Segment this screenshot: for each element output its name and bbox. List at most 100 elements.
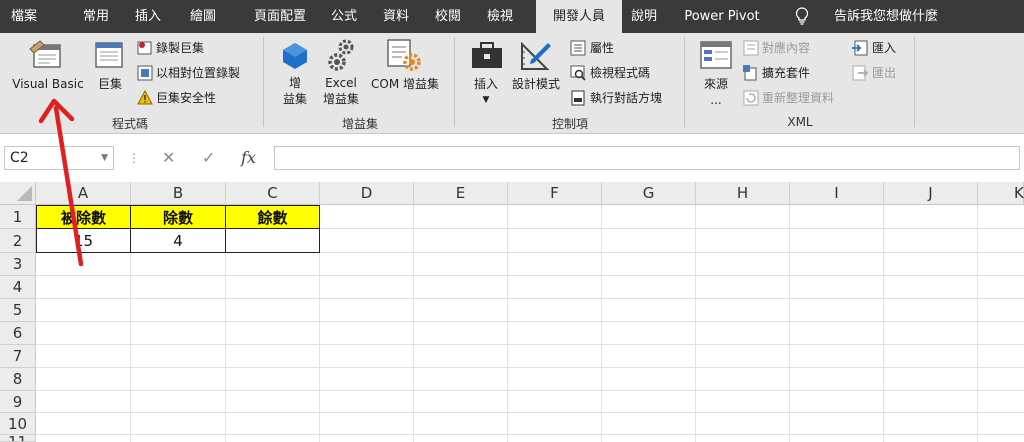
design-mode-icon bbox=[519, 38, 553, 76]
relative-references-icon bbox=[137, 65, 153, 85]
column-header-d[interactable]: D bbox=[320, 182, 414, 205]
macros-button[interactable]: 巨集 bbox=[92, 76, 128, 92]
import-button[interactable]: 匯入 bbox=[872, 40, 912, 56]
enter-icon[interactable]: ✓ bbox=[202, 146, 215, 170]
insert-control-button[interactable]: 插入 bbox=[465, 76, 507, 92]
visual-basic-button[interactable]: Visual Basic bbox=[6, 76, 90, 92]
tab-review[interactable]: 校閱 bbox=[426, 0, 470, 33]
chevron-down-icon[interactable]: ▼ bbox=[478, 92, 494, 108]
expansion-packs-icon bbox=[743, 65, 759, 85]
formula-bar: C2 ▼ ⋮ ✕ ✓ fx bbox=[0, 146, 1024, 170]
cell-c2[interactable] bbox=[225, 228, 320, 253]
column-header-a[interactable]: A bbox=[36, 182, 131, 205]
tab-file[interactable]: 檔案 bbox=[0, 0, 48, 33]
warning-icon bbox=[137, 89, 153, 110]
relative-references-button[interactable]: 以相對位置錄製 bbox=[156, 65, 256, 81]
view-code-button[interactable]: 檢視程式碼 bbox=[590, 65, 660, 81]
column-header-j[interactable]: J bbox=[884, 182, 978, 205]
tab-page-layout[interactable]: 頁面配置 bbox=[244, 0, 316, 33]
column-header-k[interactable]: K bbox=[978, 182, 1024, 205]
group-label-addins: 增益集 bbox=[341, 117, 378, 131]
com-addins-icon bbox=[386, 38, 422, 76]
group-label-controls: 控制項 bbox=[551, 117, 588, 131]
group-label-code: 程式碼 bbox=[111, 117, 148, 131]
tab-developer[interactable]: 開發人員 bbox=[536, 0, 622, 33]
tab-view[interactable]: 檢視 bbox=[478, 0, 522, 33]
export-icon bbox=[852, 65, 869, 85]
tab-help[interactable]: 說明 bbox=[626, 0, 662, 33]
group-separator bbox=[263, 37, 264, 127]
excel-addins-button-line2[interactable]: 增益集 bbox=[318, 91, 364, 107]
tab-power-pivot[interactable]: Power Pivot bbox=[680, 0, 764, 33]
row-header-9[interactable]: 9 bbox=[0, 391, 36, 413]
column-header-b[interactable]: B bbox=[131, 182, 226, 205]
view-code-icon bbox=[570, 65, 586, 85]
tell-me-search[interactable]: 告訴我您想做什麼 bbox=[818, 0, 954, 33]
macro-security-button[interactable]: 巨集安全性 bbox=[156, 90, 246, 106]
ribbon-gap bbox=[0, 134, 1024, 146]
more-options-icon[interactable]: ⋮ bbox=[128, 146, 140, 170]
column-header-g[interactable]: G bbox=[602, 182, 696, 205]
xml-source-ellipsis[interactable]: ... bbox=[698, 92, 734, 108]
excel-addins-button-line1[interactable]: Excel bbox=[318, 75, 364, 91]
row-header-6[interactable]: 6 bbox=[0, 322, 36, 345]
run-dialog-button[interactable]: 執行對話方塊 bbox=[590, 90, 672, 106]
addins-icon bbox=[281, 41, 309, 75]
column-header-h[interactable]: H bbox=[696, 182, 790, 205]
tab-draw[interactable]: 繪圖 bbox=[181, 0, 225, 33]
macros-icon bbox=[93, 39, 125, 75]
row-header-3[interactable]: 3 bbox=[0, 253, 36, 276]
column-header-e[interactable]: E bbox=[414, 182, 508, 205]
row-header-10[interactable]: 10 bbox=[0, 413, 36, 435]
visual-basic-icon bbox=[28, 39, 64, 75]
tab-home[interactable]: 常用 bbox=[76, 0, 116, 33]
cell-a2[interactable]: 15 bbox=[36, 228, 131, 253]
properties-button[interactable]: 屬性 bbox=[590, 40, 630, 56]
lightbulb-icon bbox=[790, 0, 814, 33]
formula-input[interactable] bbox=[274, 146, 1020, 170]
column-header-f[interactable]: F bbox=[508, 182, 602, 205]
excel-addins-gear-icon bbox=[327, 38, 357, 76]
chevron-down-icon[interactable]: ▼ bbox=[101, 147, 108, 169]
design-mode-button[interactable]: 設計模式 bbox=[508, 76, 564, 92]
tab-insert[interactable]: 插入 bbox=[126, 0, 170, 33]
group-separator bbox=[684, 37, 685, 127]
import-icon bbox=[852, 40, 868, 60]
row-header-5[interactable]: 5 bbox=[0, 299, 36, 322]
cell-a1[interactable]: 被除數 bbox=[36, 205, 131, 229]
export-button[interactable]: 匯出 bbox=[872, 65, 912, 81]
group-label-xml: XML bbox=[787, 115, 813, 129]
addins-button-line2[interactable]: 益集 bbox=[278, 91, 312, 107]
cancel-icon[interactable]: ✕ bbox=[162, 146, 175, 170]
xml-source-icon bbox=[700, 40, 732, 74]
cell-c1[interactable]: 餘數 bbox=[225, 205, 320, 229]
record-macro-button[interactable]: 錄製巨集 bbox=[156, 40, 236, 56]
row-header-2[interactable]: 2 bbox=[0, 229, 36, 253]
cell-b1[interactable]: 除數 bbox=[130, 205, 226, 229]
com-addins-button[interactable]: COM 增益集 bbox=[364, 76, 446, 92]
row-header-7[interactable]: 7 bbox=[0, 345, 36, 368]
refresh-data-button[interactable]: 重新整理資料 bbox=[762, 90, 852, 106]
column-header-c[interactable]: C bbox=[226, 182, 320, 205]
refresh-data-icon bbox=[743, 90, 759, 110]
select-all-corner[interactable] bbox=[0, 182, 36, 205]
tab-formulas[interactable]: 公式 bbox=[322, 0, 366, 33]
map-properties-icon bbox=[743, 40, 759, 60]
expansion-packs-button[interactable]: 擴充套件 bbox=[762, 65, 832, 81]
name-box[interactable]: C2 ▼ bbox=[4, 146, 114, 170]
addins-button-line1[interactable]: 增 bbox=[278, 75, 312, 91]
group-separator bbox=[914, 37, 915, 127]
cell-b2[interactable]: 4 bbox=[130, 228, 226, 253]
properties-icon bbox=[570, 40, 586, 60]
row-header-8[interactable]: 8 bbox=[0, 368, 36, 391]
record-macro-icon bbox=[137, 40, 153, 60]
row-header-1[interactable]: 1 bbox=[0, 205, 36, 229]
row-header-11[interactable]: 11 bbox=[0, 435, 36, 442]
map-properties-button[interactable]: 對應內容 bbox=[762, 40, 832, 56]
column-header-i[interactable]: I bbox=[790, 182, 884, 205]
insert-function-icon[interactable]: fx bbox=[241, 146, 256, 170]
tab-data[interactable]: 資料 bbox=[374, 0, 418, 33]
row-header-4[interactable]: 4 bbox=[0, 276, 36, 299]
xml-source-button[interactable]: 來源 bbox=[698, 76, 734, 92]
ribbon-tab-bar: 檔案 常用 插入 繪圖 頁面配置 公式 資料 校閱 檢視 開發人員 說明 Pow… bbox=[0, 0, 1024, 33]
